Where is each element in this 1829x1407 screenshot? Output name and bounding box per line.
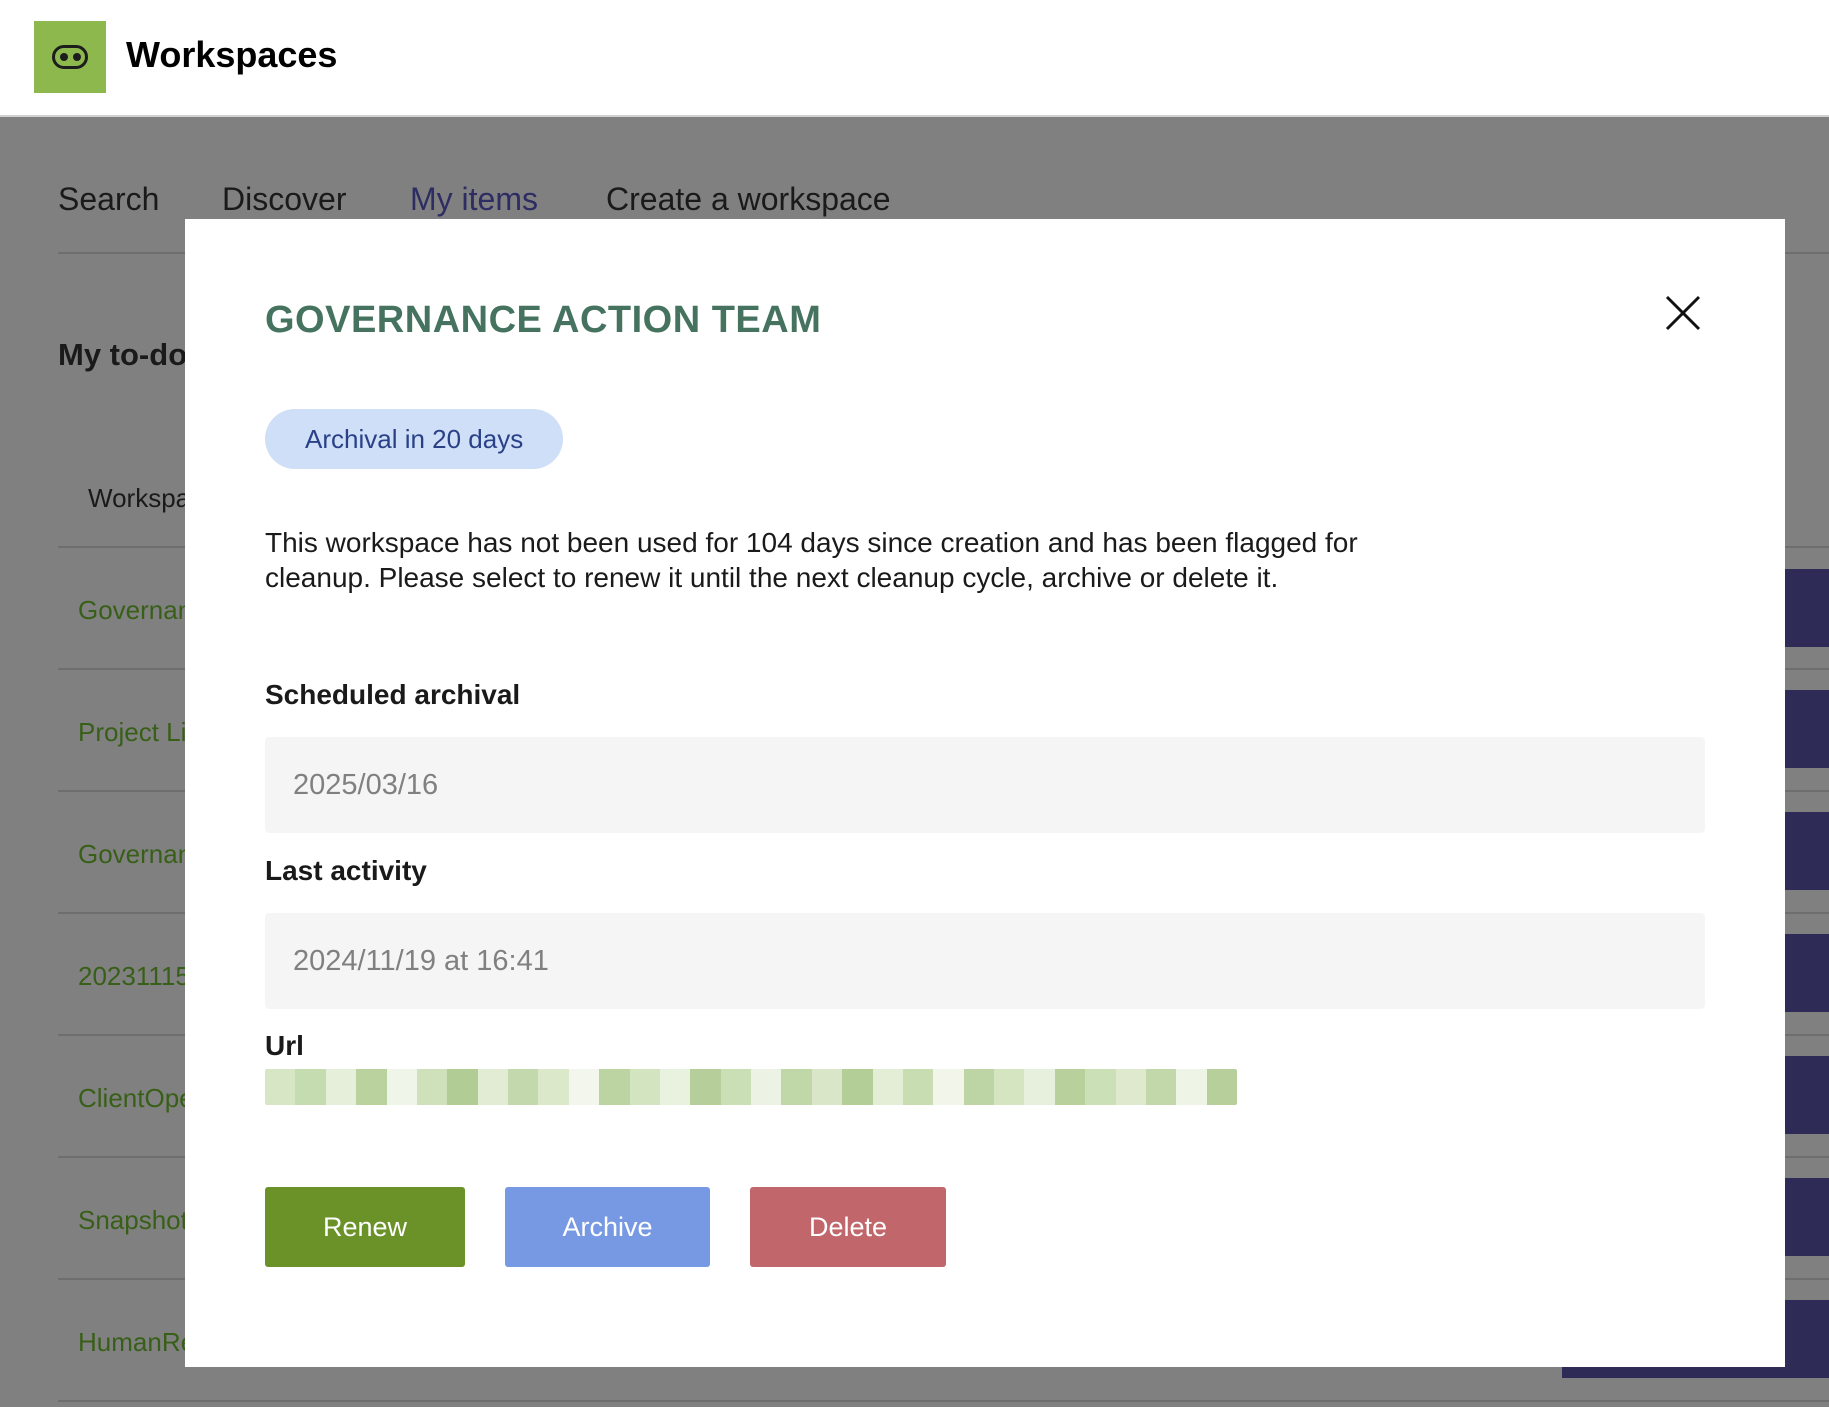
nav-search[interactable]: Search	[58, 181, 159, 218]
dialog-description: This workspace has not been used for 104…	[265, 527, 1358, 593]
app-logo[interactable]	[34, 21, 106, 93]
mask-icon	[52, 45, 88, 69]
table-row-name[interactable]: Governan	[78, 595, 192, 626]
app-title: Workspaces	[126, 34, 338, 75]
last-activity-label: Last activity	[265, 855, 427, 886]
scheduled-archival-label: Scheduled archival	[265, 679, 521, 710]
todo-title: My to-do	[58, 337, 188, 372]
archive-button[interactable]: Archive	[505, 1187, 710, 1267]
column-header-workspace: Workspa	[88, 483, 191, 513]
table-row-name[interactable]: ClientOpe	[78, 1083, 194, 1114]
row-action-button[interactable]	[1782, 934, 1829, 1012]
url-label: Url	[265, 1030, 304, 1061]
top-bar: Workspaces	[0, 0, 1829, 117]
url-link-redacted[interactable]	[265, 1069, 1237, 1105]
nav-create-workspace[interactable]: Create a workspace	[606, 181, 891, 218]
row-action-button[interactable]	[1782, 812, 1829, 890]
status-badge: Archival in 20 days	[265, 409, 564, 469]
row-action-button[interactable]	[1782, 1056, 1829, 1134]
close-icon	[1665, 295, 1701, 331]
close-button[interactable]	[1661, 291, 1705, 335]
row-action-button[interactable]	[1782, 1178, 1829, 1256]
row-action-button[interactable]	[1782, 690, 1829, 768]
scheduled-archival-field: 2025/03/16	[265, 737, 1705, 833]
table-row-name[interactable]: Snapshot	[78, 1205, 188, 1236]
table-row-name[interactable]: Project Li	[78, 717, 186, 748]
nav-my-items[interactable]: My items	[410, 181, 538, 218]
workspace-cleanup-dialog: GOVERNANCE ACTION TEAM Archival in 20 da…	[185, 219, 1785, 1367]
table-row-name[interactable]: Governan	[78, 839, 192, 870]
table-row-name[interactable]: 20231115	[78, 961, 190, 992]
delete-button[interactable]: Delete	[750, 1187, 946, 1267]
renew-button[interactable]: Renew	[265, 1187, 465, 1267]
dialog-title: GOVERNANCE ACTION TEAM	[265, 299, 822, 341]
table-row-name[interactable]: HumanRe	[78, 1327, 195, 1358]
nav-discover[interactable]: Discover	[222, 181, 346, 218]
row-action-button[interactable]	[1782, 569, 1829, 647]
last-activity-field: 2024/11/19 at 16:41	[265, 913, 1705, 1009]
row-divider	[58, 1400, 1829, 1402]
